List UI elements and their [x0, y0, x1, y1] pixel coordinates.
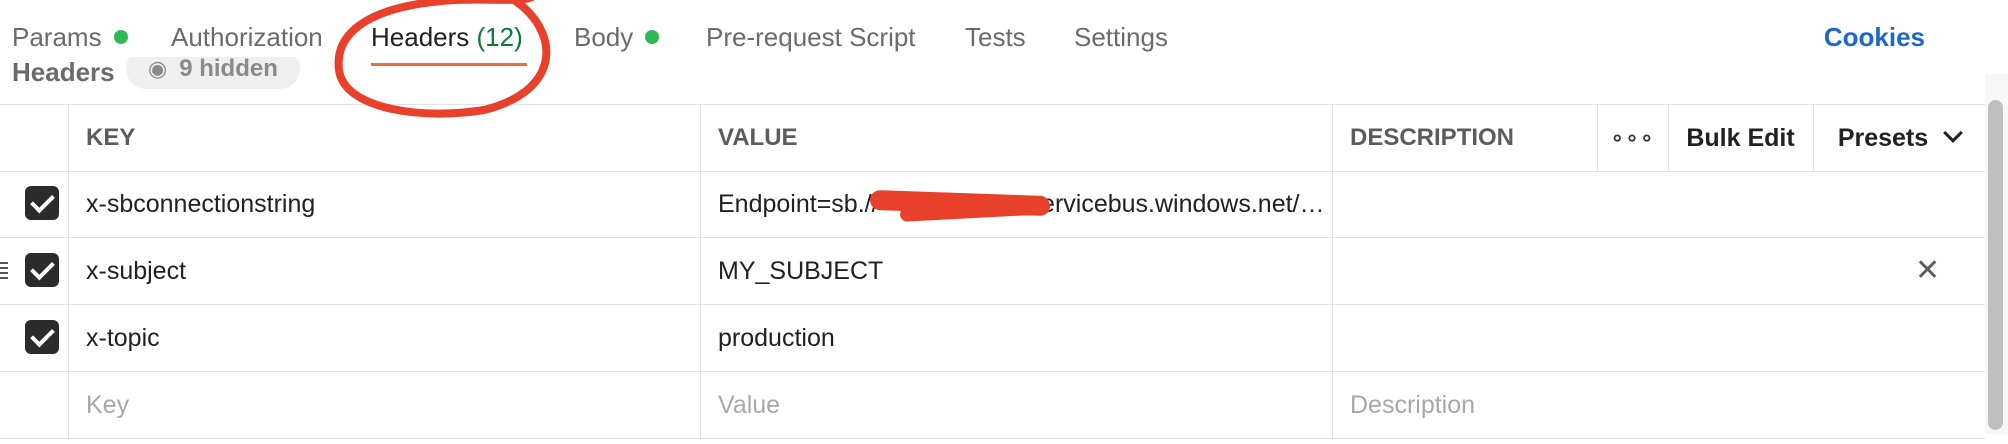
tab-settings[interactable]: Settings [1074, 22, 1168, 53]
section-title: Headers [12, 57, 115, 87]
table-row: x-topic production [0, 305, 1985, 372]
row-key[interactable]: x-topic [68, 305, 700, 371]
presets-dropdown[interactable]: Presets [1813, 105, 1985, 171]
row-description[interactable] [1332, 171, 1985, 237]
headers-section-heading: Headers ◉ 9 hidden [12, 57, 612, 97]
row-description[interactable] [1332, 305, 1985, 371]
column-header-key: KEY [86, 124, 136, 151]
table-header-row: KEY VALUE DESCRIPTION ∘∘∘ Bulk Edit Pres… [0, 104, 1985, 172]
column-header-description: DESCRIPTION [1350, 124, 1515, 151]
new-value-input[interactable]: Value [700, 372, 1332, 438]
row-enable-checkbox[interactable] [25, 320, 59, 354]
row-key[interactable]: x-sbconnectionstring [68, 171, 700, 237]
row-enable-checkbox[interactable] [25, 186, 59, 220]
delete-row-icon[interactable]: ✕ [1915, 238, 1940, 304]
table-row: x-subject MY_SUBJECT ✕ [0, 238, 1985, 305]
tab-pre-request-script[interactable]: Pre-request Script [706, 22, 916, 53]
tab-headers[interactable]: Headers (12) [371, 22, 523, 53]
row-value-suffix: servicebus.windows.net/… [1028, 190, 1325, 218]
eye-icon: ◉ [148, 57, 168, 81]
table-row: x-sbconnectionstring Endpoint=sb.// servi… [0, 171, 1985, 238]
tab-authorization[interactable]: Authorization [171, 22, 323, 53]
row-value[interactable]: MY_SUBJECT [700, 238, 1332, 304]
tab-pre-request-script-label: Pre-request Script [706, 22, 916, 52]
tab-tests[interactable]: Tests [965, 22, 1026, 53]
row-enable-checkbox[interactable] [25, 253, 59, 287]
tab-tests-label: Tests [965, 22, 1026, 52]
more-options-button[interactable]: ∘∘∘ [1597, 105, 1668, 171]
drag-handle-icon[interactable] [0, 259, 10, 283]
hidden-headers-toggle[interactable]: ◉ 9 hidden [126, 57, 300, 89]
bulk-edit-button[interactable]: Bulk Edit [1668, 105, 1813, 171]
presets-label: Presets [1837, 124, 1929, 152]
row-value[interactable]: production [700, 305, 1332, 371]
tab-body-label: Body [574, 22, 634, 52]
params-status-dot [113, 30, 128, 44]
tab-params[interactable]: Params [12, 22, 128, 53]
row-value-prefix: Endpoint=sb.// [718, 190, 879, 218]
tab-settings-label: Settings [1074, 22, 1168, 52]
new-description-input[interactable]: Description [1332, 372, 1985, 438]
row-description[interactable] [1332, 238, 1892, 304]
tab-headers-label: Headers [371, 22, 470, 52]
body-status-dot [645, 30, 660, 44]
new-header-row: Key Value Description [0, 372, 1985, 439]
tab-headers-count: (12) [476, 22, 523, 52]
tab-body[interactable]: Body [574, 22, 660, 53]
row-key[interactable]: x-subject [68, 238, 700, 304]
tab-params-label: Params [12, 22, 102, 52]
new-key-input[interactable]: Key [68, 372, 700, 438]
chevron-down-icon [1943, 123, 1964, 143]
scrollbar-thumb[interactable] [1988, 100, 2003, 430]
tab-authorization-label: Authorization [171, 22, 323, 52]
hidden-count-label: 9 hidden [179, 57, 278, 82]
cookies-link[interactable]: Cookies [1824, 22, 1925, 53]
column-header-value: VALUE [718, 124, 798, 151]
